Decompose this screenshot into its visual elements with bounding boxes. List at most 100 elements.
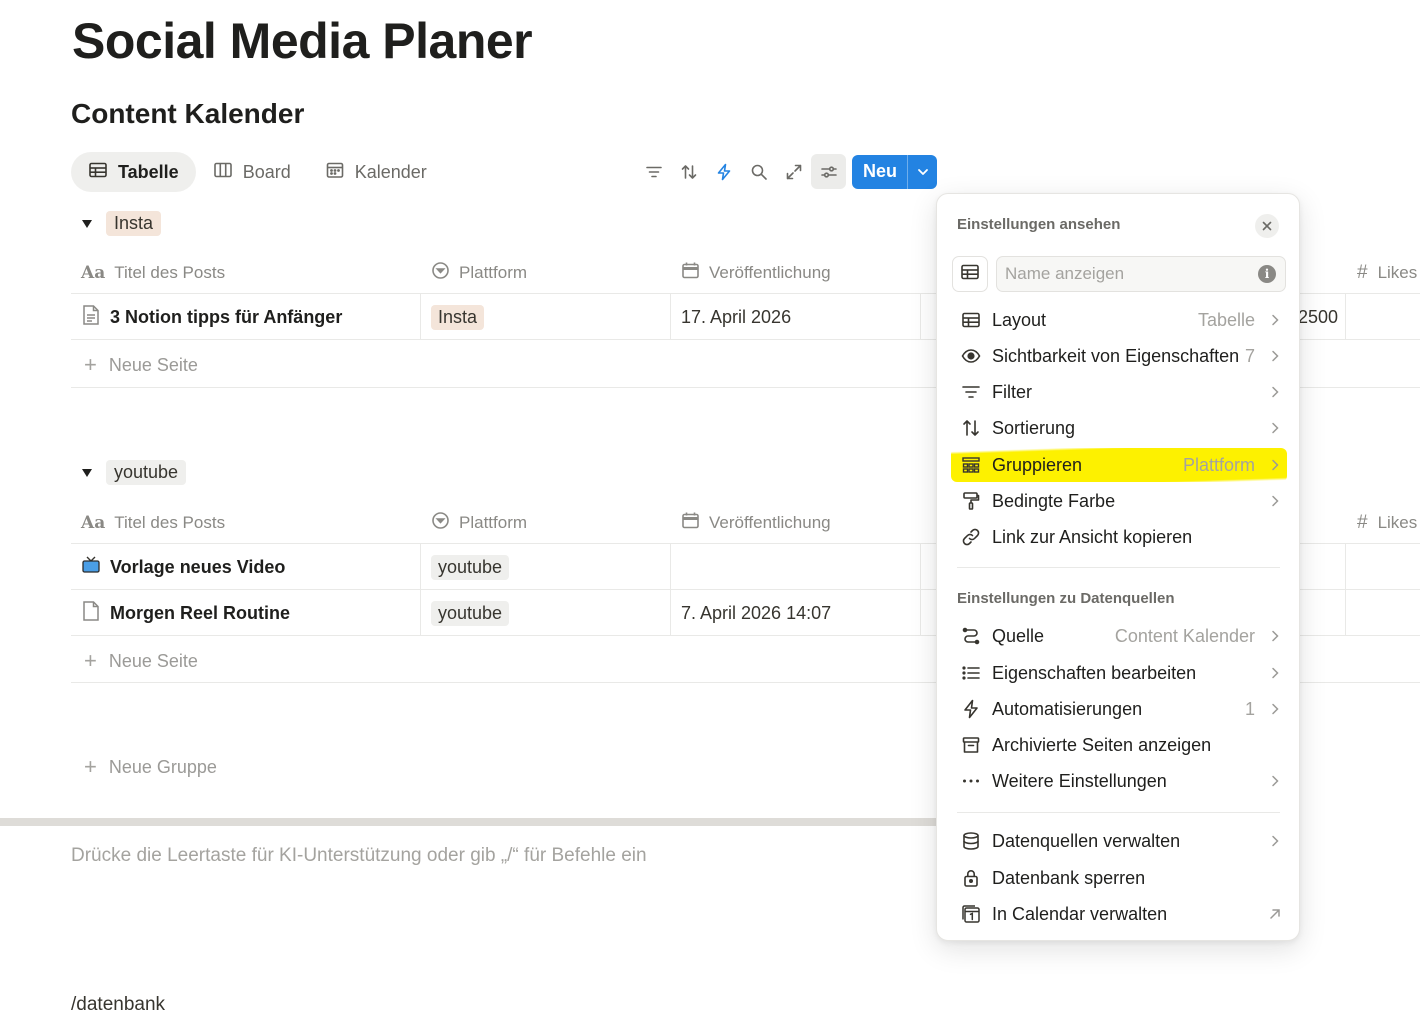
tab-tabelle[interactable]: Tabelle [71, 152, 196, 192]
new-page-button[interactable]: + Neue Seite [84, 648, 198, 674]
column-header-likes[interactable]: # Likes [1357, 262, 1417, 284]
external-link-icon [1269, 908, 1281, 920]
group-tag[interactable]: Insta [106, 211, 162, 236]
platform-cell[interactable]: Insta [431, 294, 485, 340]
date-cell[interactable]: 7. April 2026 14:07 [681, 590, 831, 636]
tab-board[interactable]: Board [196, 152, 308, 192]
page-icon [81, 600, 101, 627]
archive-icon [953, 735, 989, 755]
triangle-down-icon[interactable] [78, 464, 96, 482]
calendar-app-icon [953, 904, 989, 924]
tab-kalender[interactable]: Kalender [308, 152, 444, 192]
chevron-right-icon [1269, 630, 1281, 642]
menu-item-visibility[interactable]: Sichtbarkeit von Eigenschaften 7 [951, 339, 1287, 373]
column-divider [1345, 544, 1346, 636]
menu-item-source[interactable]: Quelle Content Kalender [951, 619, 1287, 653]
new-button-label[interactable]: Neu [852, 154, 909, 189]
likes-cell[interactable]: 2500 [1298, 294, 1338, 340]
board-icon [213, 160, 233, 185]
column-header-title[interactable]: Aa Titel des Posts [81, 513, 225, 533]
chevron-right-icon [1269, 350, 1281, 362]
lightning-icon[interactable] [706, 154, 741, 189]
chevron-right-icon [1269, 422, 1281, 434]
expand-icon[interactable] [776, 154, 811, 189]
sort-icon[interactable] [671, 154, 706, 189]
menu-item-manage-datasources[interactable]: Datenquellen verwalten [951, 824, 1287, 858]
source-icon [953, 626, 989, 646]
tab-label: Kalender [354, 161, 427, 182]
column-header-platform[interactable]: Plattform [431, 261, 527, 285]
menu-item-manage-in-calendar[interactable]: In Calendar verwalten [951, 897, 1287, 931]
document-icon [81, 304, 101, 331]
triangle-down-icon[interactable] [78, 215, 96, 233]
chevron-down-icon[interactable] [908, 155, 937, 189]
view-name-input[interactable] [996, 256, 1286, 292]
view-icon-picker[interactable] [952, 256, 988, 292]
table-icon [960, 262, 980, 287]
column-header-platform[interactable]: Plattform [431, 511, 527, 535]
platform-tag: Insta [431, 304, 485, 330]
column-header-date[interactable]: Veröffentlichung [681, 261, 831, 285]
editor-placeholder[interactable]: Drücke die Leertaste für KI-Unterstützun… [71, 845, 647, 867]
filter-icon[interactable] [636, 154, 671, 189]
new-page-button[interactable]: + Neue Seite [84, 352, 198, 378]
row-title[interactable]: Vorlage neues Video [81, 544, 285, 590]
database-icon [953, 831, 989, 851]
plus-icon: + [84, 754, 97, 779]
table-icon [953, 310, 989, 330]
database-toolbar: Neu [636, 154, 938, 189]
column-divider [920, 544, 921, 636]
settings-sliders-icon[interactable] [811, 154, 846, 189]
menu-item-more-settings[interactable]: Weitere Einstellungen [951, 764, 1287, 798]
platform-cell[interactable]: youtube [431, 544, 510, 590]
column-header-date[interactable]: Veröffentlichung [681, 511, 831, 535]
menu-item-filter[interactable]: Filter [951, 375, 1287, 409]
search-icon[interactable] [741, 154, 776, 189]
menu-item-archived-pages[interactable]: Archivierte Seiten anzeigen [951, 728, 1287, 762]
database-title[interactable]: Content Kalender [71, 98, 304, 130]
tab-label: Tabelle [118, 161, 179, 182]
chevron-right-icon [1269, 835, 1281, 847]
panel-divider [957, 567, 1280, 568]
chevron-right-icon [1269, 703, 1281, 715]
sort-icon [953, 418, 989, 438]
platform-tag: youtube [431, 554, 510, 580]
chevron-right-icon [1269, 667, 1281, 679]
group-header-insta: Insta [78, 211, 162, 236]
column-header-likes[interactable]: # Likes [1357, 512, 1417, 534]
platform-cell[interactable]: youtube [431, 590, 510, 636]
menu-item-sort[interactable]: Sortierung [951, 411, 1287, 445]
menu-item-layout[interactable]: Layout Tabelle [951, 303, 1287, 337]
row-title[interactable]: Morgen Reel Routine [81, 590, 290, 636]
menu-item-group[interactable]: Gruppieren Plattform [951, 448, 1287, 482]
menu-item-edit-properties[interactable]: Eigenschaften bearbeiten [951, 656, 1287, 690]
menu-item-conditional-color[interactable]: Bedingte Farbe [951, 484, 1287, 518]
menu-item-automations[interactable]: Automatisierungen 1 [951, 692, 1287, 726]
date-property-icon [681, 261, 700, 285]
page-title[interactable]: Social Media Planer [72, 12, 533, 70]
column-divider [1345, 294, 1346, 340]
close-icon[interactable] [1255, 214, 1279, 238]
view-settings-panel: Einstellungen ansehen i Layout Tabelle S… [936, 193, 1300, 941]
menu-item-copy-link[interactable]: Link zur Ansicht kopieren [951, 520, 1287, 554]
more-icon [953, 771, 989, 791]
tab-label: Board [242, 161, 291, 182]
column-divider [420, 294, 421, 340]
chevron-right-icon [1269, 459, 1281, 471]
plus-icon: + [84, 352, 97, 377]
date-cell[interactable]: 17. April 2026 [681, 294, 791, 340]
new-group-button[interactable]: + Neue Gruppe [84, 754, 217, 780]
chevron-right-icon [1269, 775, 1281, 787]
row-title[interactable]: 3 Notion tipps für Anfänger [81, 294, 342, 340]
column-divider [670, 544, 671, 636]
chevron-right-icon [1269, 386, 1281, 398]
eye-icon [953, 346, 989, 366]
menu-item-lock-database[interactable]: Datenbank sperren [951, 861, 1287, 895]
number-property-icon: # [1357, 262, 1368, 283]
slash-command-text[interactable]: /datenbank [71, 994, 165, 1016]
lock-icon [953, 868, 989, 888]
chevron-right-icon [1269, 314, 1281, 326]
column-header-title[interactable]: Aa Titel des Posts [81, 263, 225, 283]
info-icon[interactable]: i [1258, 265, 1276, 283]
group-tag[interactable]: youtube [106, 460, 187, 485]
